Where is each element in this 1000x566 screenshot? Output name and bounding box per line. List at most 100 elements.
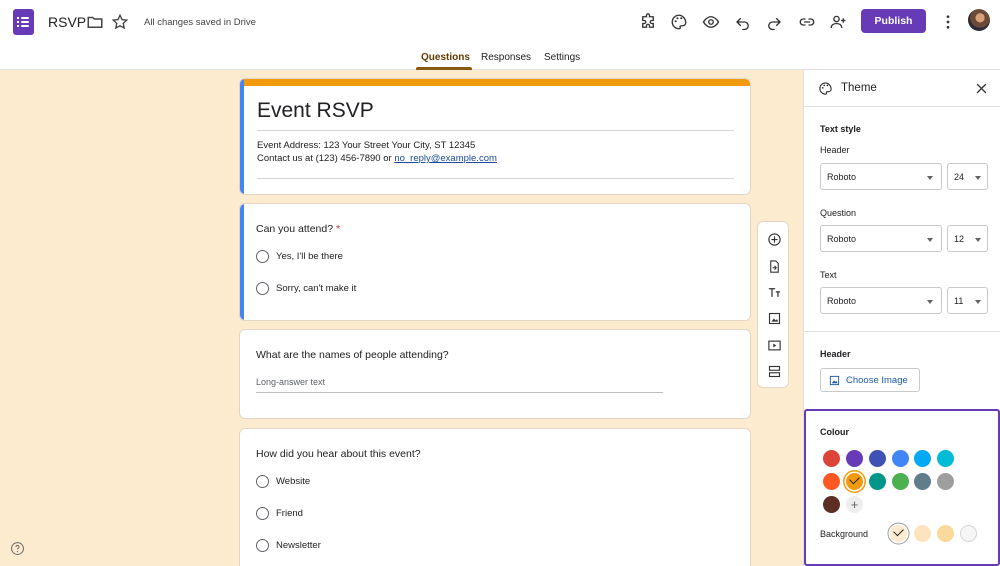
colour-swatch-deep-orange[interactable] [823, 473, 840, 490]
palette-icon [819, 82, 832, 95]
option-website[interactable]: Website [256, 475, 310, 488]
question-card-attend[interactable]: Can you attend? * Yes, I'll be there Sorr… [239, 203, 751, 321]
select-value: 24 [954, 172, 965, 182]
tab-questions[interactable]: Questions [421, 52, 470, 63]
colour-section: Colour + Background [804, 409, 1000, 566]
import-question-icon[interactable] [765, 257, 783, 275]
colour-swatch-teal[interactable] [869, 473, 886, 490]
radio-button[interactable] [256, 282, 269, 295]
option-friend[interactable]: Friend [256, 507, 303, 520]
radio-button[interactable] [256, 539, 269, 552]
theme-colour-stripe [240, 79, 750, 86]
background-swatch-selected[interactable] [890, 525, 907, 542]
choose-image-button[interactable]: Choose Image [820, 368, 920, 392]
colour-swatch-brown[interactable] [823, 496, 840, 513]
colour-swatch-orange[interactable] [846, 473, 863, 490]
chevron-down-icon [927, 300, 933, 304]
redo-icon[interactable] [762, 10, 786, 34]
chevron-down-icon [927, 176, 933, 180]
folder-icon[interactable] [86, 13, 104, 31]
option-no[interactable]: Sorry, can't make it [256, 282, 356, 295]
question-toolbar [757, 221, 789, 388]
text-font-select[interactable]: Roboto [820, 287, 942, 314]
tab-responses[interactable]: Responses [481, 52, 531, 63]
help-icon[interactable] [10, 541, 25, 556]
select-value: Roboto [827, 234, 857, 244]
star-icon[interactable] [111, 13, 129, 31]
forms-logo-icon[interactable] [13, 9, 34, 35]
image-icon [829, 375, 840, 385]
colour-swatch-purple[interactable] [846, 450, 863, 467]
colour-swatch-cyan[interactable] [937, 450, 954, 467]
question-card-source[interactable]: How did you hear about this event? Websi… [239, 428, 751, 566]
contact-email-link[interactable]: no_reply@example.com [394, 153, 497, 164]
colour-swatch-green[interactable] [892, 473, 909, 490]
colour-swatch-blue[interactable] [892, 450, 909, 467]
question-title: Can you attend? * [256, 223, 340, 235]
description-divider [257, 178, 734, 179]
add-person-icon[interactable] [826, 10, 850, 34]
colour-label: Colour [820, 427, 849, 437]
required-mark: * [336, 223, 341, 235]
form-address[interactable]: Event Address: 123 Your Street Your City… [257, 140, 475, 151]
question-font-select[interactable]: Roboto [820, 225, 942, 252]
radio-button[interactable] [256, 507, 269, 520]
background-swatch-grey[interactable] [960, 525, 977, 542]
form-contact[interactable]: Contact us at (123) 456-7890 or no_reply… [257, 153, 497, 164]
radio-button[interactable] [256, 475, 269, 488]
title-text-icon[interactable] [765, 283, 783, 301]
radio-button[interactable] [256, 250, 269, 263]
question-card-names[interactable]: What are the names of people attending? … [239, 329, 751, 419]
header-size-select[interactable]: 24 [947, 163, 988, 190]
answer-underline [256, 392, 663, 393]
colour-swatch-red[interactable] [823, 450, 840, 467]
colour-swatch-indigo[interactable] [869, 450, 886, 467]
chevron-down-icon [975, 238, 981, 242]
background-swatch-medium[interactable] [937, 525, 954, 542]
chevron-down-icon [975, 300, 981, 304]
text-size-select[interactable]: 11 [947, 287, 988, 314]
header-image-label: Header [820, 349, 851, 359]
check-icon [849, 473, 860, 485]
theme-panel-header: Theme [804, 70, 1000, 107]
eye-icon[interactable] [699, 10, 723, 34]
form-header-card[interactable]: Event RSVP Event Address: 123 Your Stree… [239, 78, 751, 195]
panel-title: Theme [841, 82, 877, 94]
add-colour-icon[interactable]: + [846, 496, 863, 513]
option-newsletter[interactable]: Newsletter [256, 539, 321, 552]
avatar[interactable] [968, 9, 990, 31]
header-font-select[interactable]: Roboto [820, 163, 942, 190]
text-style-label: Text style [820, 124, 861, 134]
doc-title[interactable]: RSVP [48, 14, 86, 30]
colour-swatch-blue-grey[interactable] [914, 473, 931, 490]
form-canvas: Event RSVP Event Address: 123 Your Stree… [0, 70, 803, 566]
publish-button[interactable]: Publish [861, 9, 926, 33]
text-font-label: Text [820, 270, 837, 280]
tab-settings[interactable]: Settings [544, 52, 580, 63]
theme-panel: Theme Text style Header Roboto 24 Questi… [803, 70, 1000, 566]
add-question-icon[interactable] [765, 230, 783, 248]
section-icon[interactable] [765, 362, 783, 380]
puzzle-icon[interactable] [636, 10, 660, 34]
colour-swatch-grey[interactable] [937, 473, 954, 490]
option-label: Friend [276, 508, 303, 519]
close-icon[interactable] [974, 81, 989, 96]
form-title[interactable]: Event RSVP [257, 99, 374, 123]
option-yes[interactable]: Yes, I'll be there [256, 250, 343, 263]
select-value: Roboto [827, 296, 857, 306]
colour-swatch-light-blue[interactable] [914, 450, 931, 467]
background-swatch-light[interactable] [914, 525, 931, 542]
focus-bar [240, 79, 244, 194]
section-divider [804, 331, 1000, 332]
palette-icon[interactable] [667, 10, 691, 34]
link-icon[interactable] [795, 10, 819, 34]
video-icon[interactable] [765, 336, 783, 354]
question-title: What are the names of people attending? [256, 349, 449, 361]
image-icon[interactable] [765, 309, 783, 327]
question-size-select[interactable]: 12 [947, 225, 988, 252]
select-value: Roboto [827, 172, 857, 182]
more-vert-icon[interactable] [936, 10, 960, 34]
option-label: Website [276, 476, 311, 487]
undo-icon[interactable] [731, 10, 755, 34]
saved-status: All changes saved in Drive [144, 17, 256, 28]
